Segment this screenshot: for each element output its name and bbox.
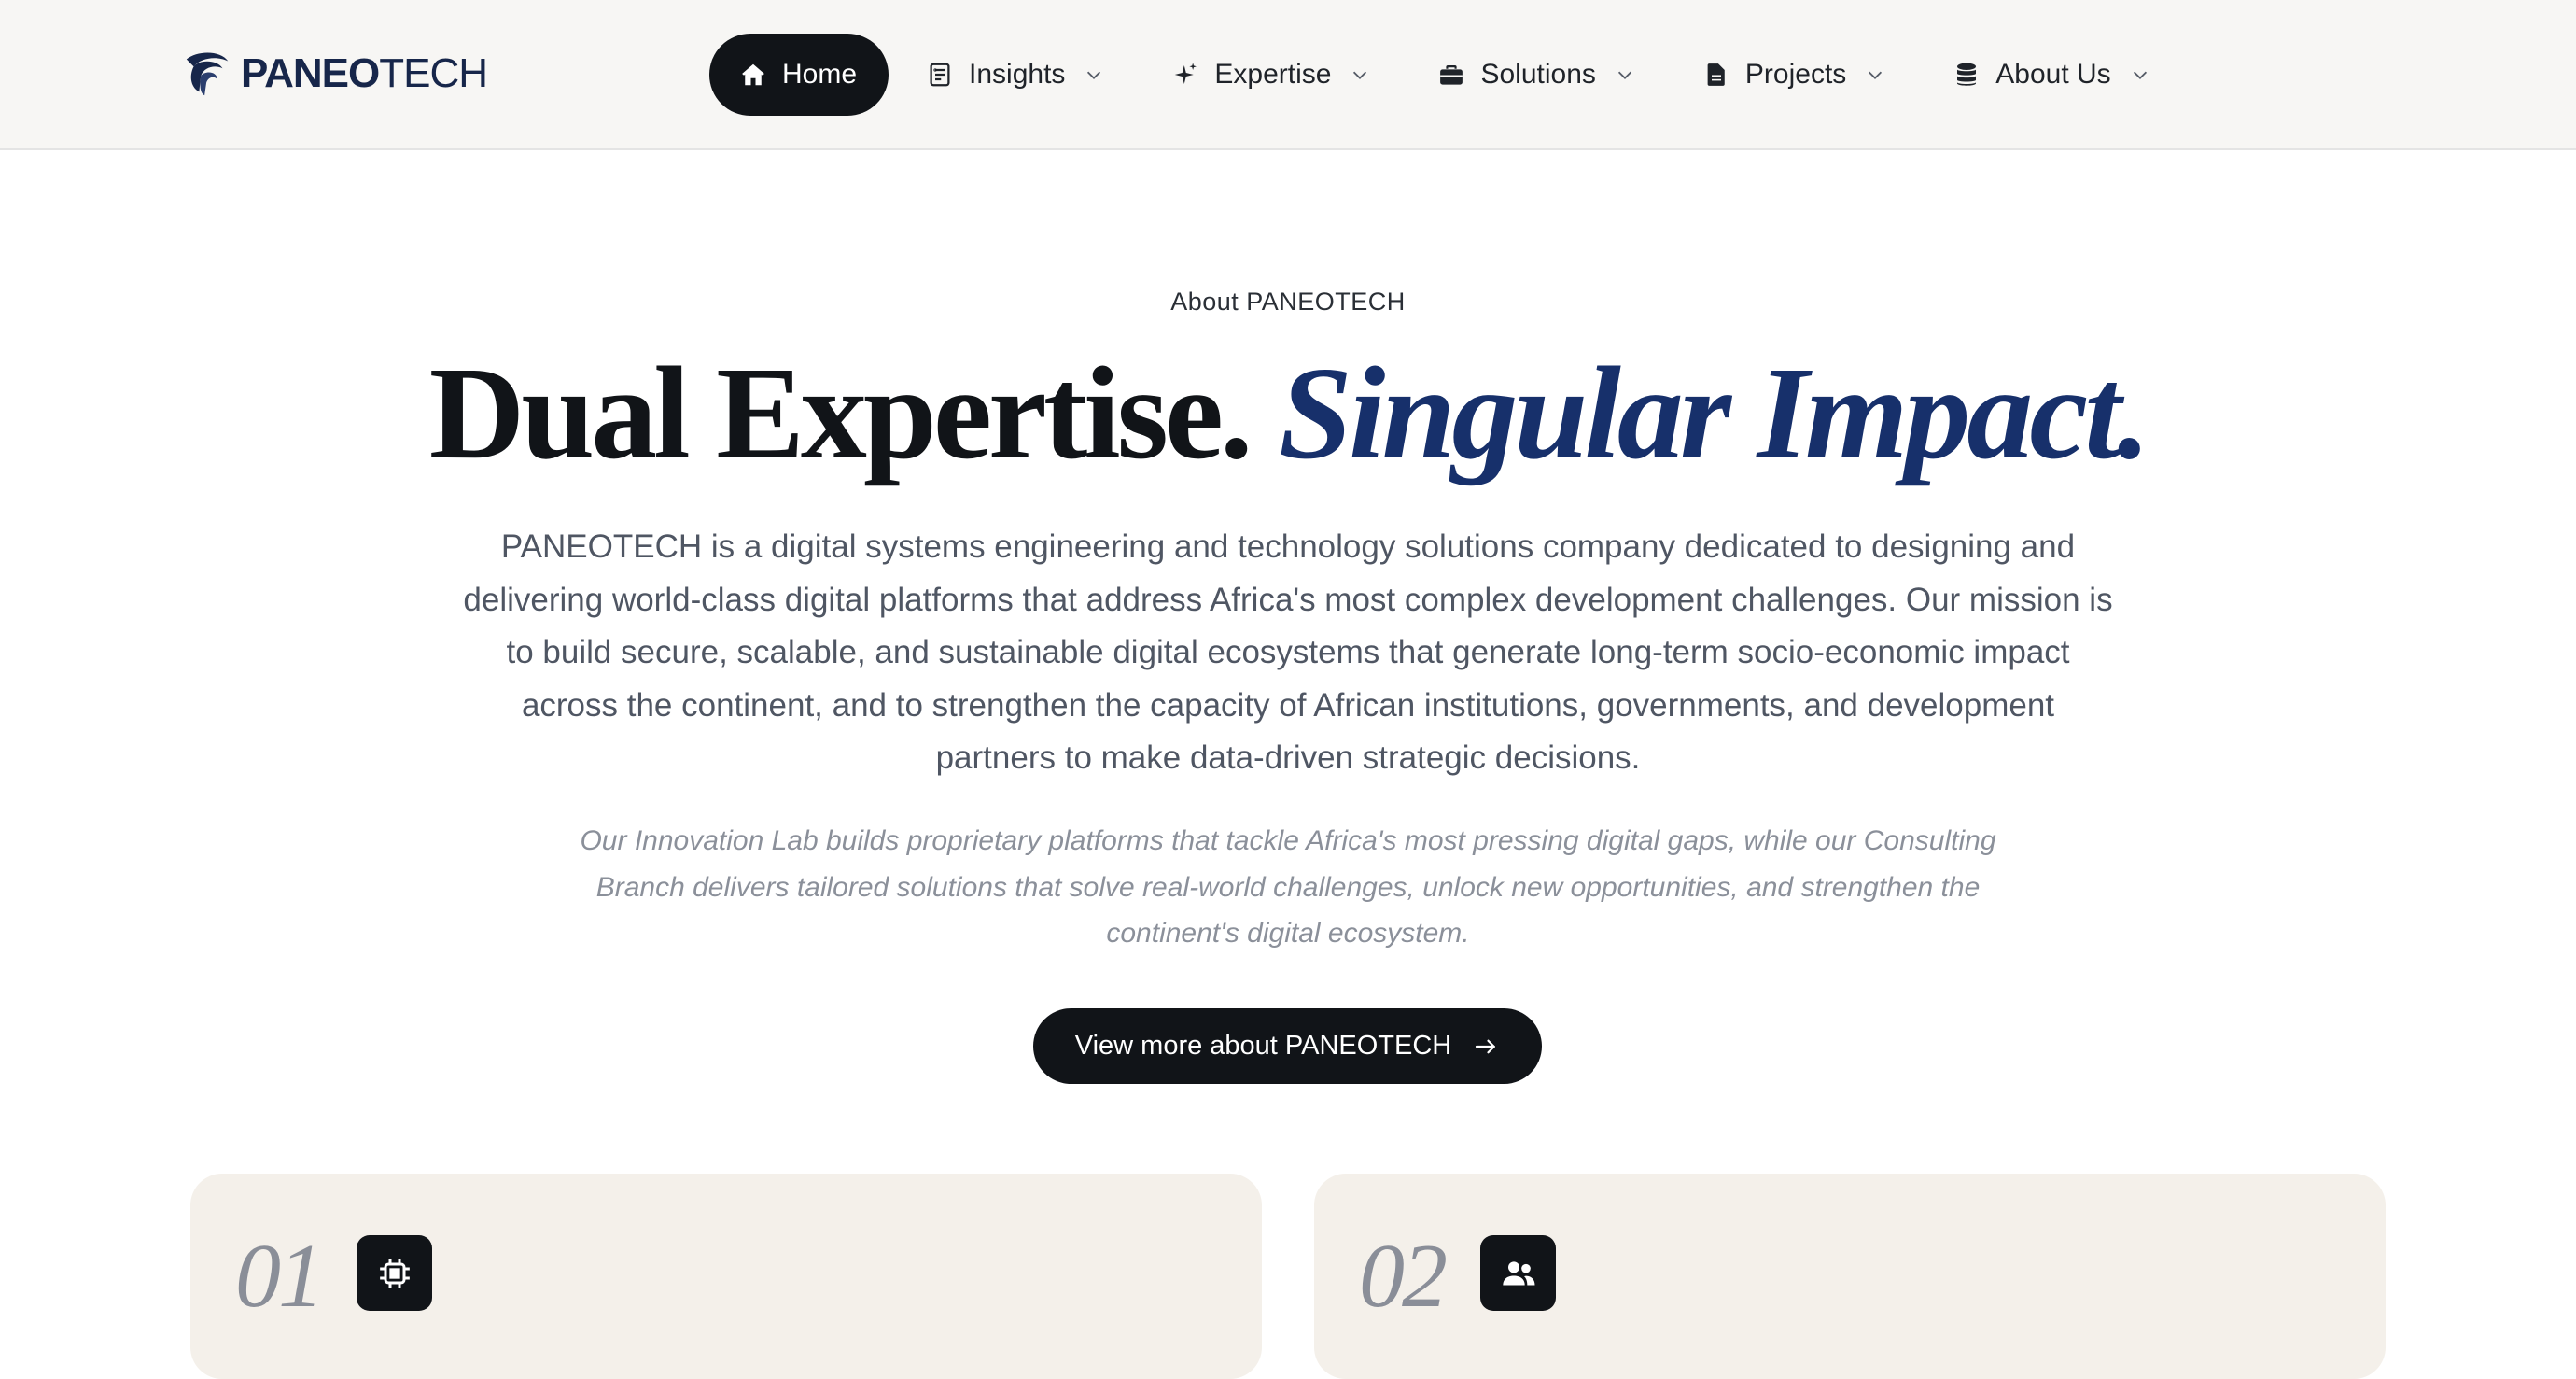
headline-accent: Singular Impact.: [1278, 339, 2150, 486]
expertise-card-consulting[interactable]: 02: [1314, 1174, 2386, 1379]
brand-logo[interactable]: PANEOTECH: [181, 47, 488, 101]
hero-description: PANEOTECH is a digital systems engineeri…: [463, 528, 2113, 776]
section-eyebrow: About PANEOTECH: [1170, 288, 1406, 316]
nav-item-about-us[interactable]: About Us: [1921, 34, 2185, 116]
file-icon: [1707, 63, 1725, 86]
nav-item-home[interactable]: Home: [709, 34, 889, 116]
nav-label-expertise: Expertise: [1214, 59, 1332, 90]
logo-swirl-icon: [186, 52, 229, 96]
nav-item-projects[interactable]: Projects: [1671, 34, 1921, 116]
card-icon-badge: [1480, 1235, 1556, 1311]
card-number: 01: [235, 1226, 324, 1327]
view-more-label: View more about PANEOTECH: [1074, 1031, 1452, 1061]
expertise-card-innovation-lab[interactable]: 01: [190, 1174, 1262, 1379]
chevron-down-icon: [2133, 71, 2147, 79]
database-icon: [1957, 63, 1977, 86]
main-nav: Home Insights Expertise Solutions Projec…: [709, 34, 2186, 116]
chevron-down-icon: [1087, 71, 1101, 79]
briefcase-icon: [1440, 65, 1463, 85]
card-number: 02: [1359, 1226, 1448, 1327]
brand-name-bold: PANEO: [241, 50, 380, 96]
nav-label-insights: Insights: [969, 59, 1066, 90]
hero-sub-description: Our Innovation Lab builds proprietary pl…: [580, 825, 1996, 949]
brand-name-light: TECH: [379, 50, 488, 96]
brand-wordmark: PANEOTECH: [241, 50, 488, 97]
nav-label-solutions: Solutions: [1480, 59, 1596, 90]
nav-item-solutions[interactable]: Solutions: [1406, 34, 1670, 116]
nav-item-insights[interactable]: Insights: [894, 34, 1140, 116]
arrow-right-icon: [1476, 1039, 1496, 1053]
hero-headline: Dual Expertise. Singular Impact.: [0, 338, 2576, 487]
document-list-icon: [930, 63, 950, 87]
headline-plain: Dual Expertise.: [428, 339, 1253, 486]
card-icon-badge: [357, 1235, 432, 1311]
users-icon: [1502, 1260, 1534, 1285]
home-icon: [742, 63, 764, 86]
cpu-chip-icon: [379, 1258, 410, 1288]
chevron-down-icon: [1353, 71, 1367, 79]
sparkles-icon: [1175, 63, 1197, 84]
nav-item-expertise[interactable]: Expertise: [1140, 34, 1406, 116]
chevron-down-icon: [1617, 71, 1631, 79]
site-header: PANEOTECH Home Insights Expertise Soluti…: [0, 0, 2576, 150]
nav-label-about-us: About Us: [1995, 59, 2111, 90]
nav-label-home: Home: [782, 59, 858, 90]
chevron-down-icon: [1869, 71, 1883, 79]
view-more-button[interactable]: View more about PANEOTECH: [1033, 1008, 1542, 1084]
nav-label-projects: Projects: [1744, 59, 1847, 90]
